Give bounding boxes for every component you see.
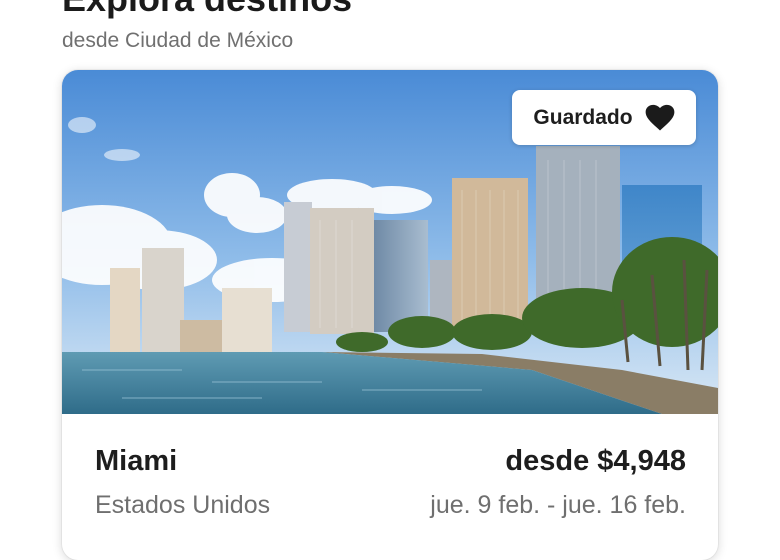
destination-country: Estados Unidos (95, 491, 271, 519)
saved-button[interactable]: Guardado (512, 90, 696, 145)
header-subtitle: desde Ciudad de México (62, 29, 294, 52)
destination-price: desde $4,948 (505, 445, 686, 477)
header-title: Explora destinos (62, 0, 352, 20)
destination-city: Miami (95, 445, 178, 477)
destination-info: Miami Estados Unidos desde $4,948 jue. 9… (62, 414, 718, 560)
destination-photo: Guardado (62, 70, 718, 414)
destination-dates: jue. 9 feb. - jue. 16 feb. (430, 491, 686, 519)
saved-label: Guardado (533, 105, 633, 129)
heart-filled-icon (645, 104, 674, 130)
destination-card[interactable]: Guardado Miami Estados Unidos desde $4,9… (62, 70, 718, 560)
